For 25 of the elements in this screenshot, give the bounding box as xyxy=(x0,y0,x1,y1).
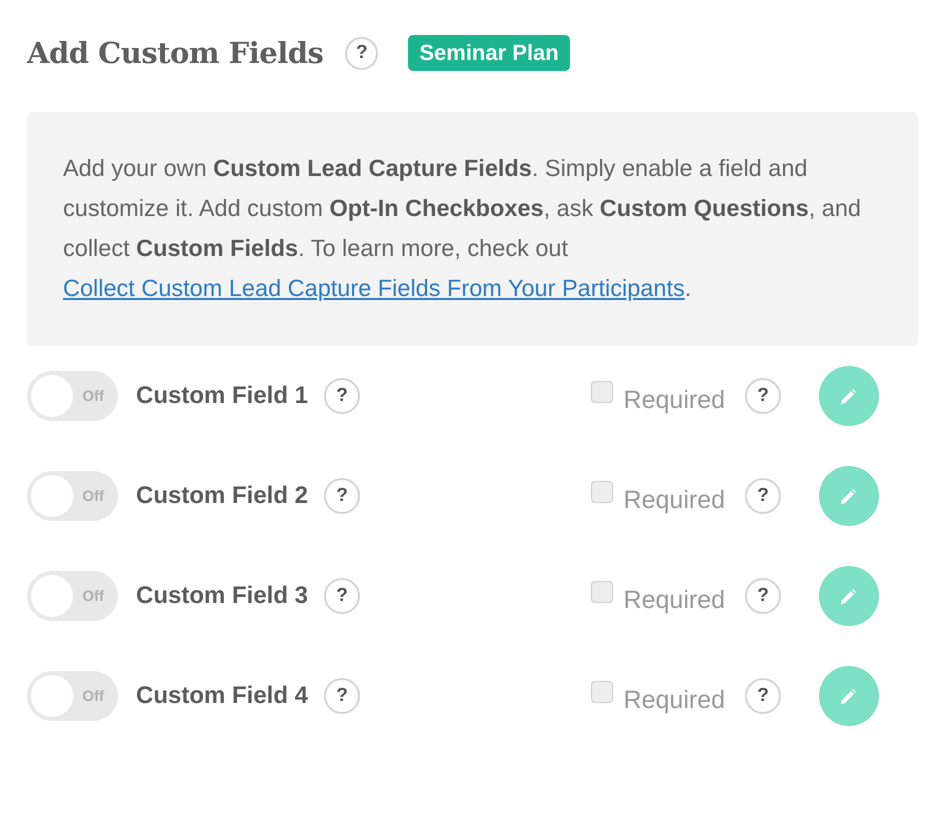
help-article-link[interactable]: Collect Custom Lead Capture Fields From Your Participants xyxy=(63,275,685,301)
required-checkbox[interactable] xyxy=(590,381,613,403)
help-icon[interactable]: ? xyxy=(745,378,781,414)
help-icon[interactable]: ? xyxy=(324,478,360,514)
required-checkbox[interactable] xyxy=(590,481,613,503)
required-checkbox[interactable] xyxy=(590,681,613,703)
required-label: Required xyxy=(624,384,725,414)
field-label: Custom Field 4 xyxy=(136,682,310,710)
page-title: Add Custom Fields xyxy=(27,36,324,70)
plan-badge: Seminar Plan xyxy=(408,35,570,71)
help-icon[interactable]: ? xyxy=(324,678,360,714)
required-label: Required xyxy=(624,684,725,714)
help-icon[interactable]: ? xyxy=(324,378,360,414)
help-icon[interactable]: ? xyxy=(745,578,781,614)
help-icon[interactable]: ? xyxy=(345,36,378,70)
help-icon[interactable]: ? xyxy=(745,478,781,514)
description-text: Add your own Custom Lead Capture Fields. Simply enable a field and customize it. Add custom Opt-In Checkboxes, ask Custom Questions, and collect Custom Fields. To learn more, check out Collect Custom Lead Capture Fields From Your Participants. xyxy=(63,154,862,303)
help-icon[interactable]: ? xyxy=(745,678,781,714)
required-label: Required xyxy=(624,584,725,614)
required-label: Required xyxy=(624,484,725,514)
field-label: Custom Field 2 xyxy=(136,482,310,510)
required-checkbox[interactable] xyxy=(590,581,613,603)
field-label: Custom Field 1 xyxy=(136,382,310,410)
help-icon[interactable]: ? xyxy=(324,578,360,614)
field-label: Custom Field 3 xyxy=(136,582,310,610)
